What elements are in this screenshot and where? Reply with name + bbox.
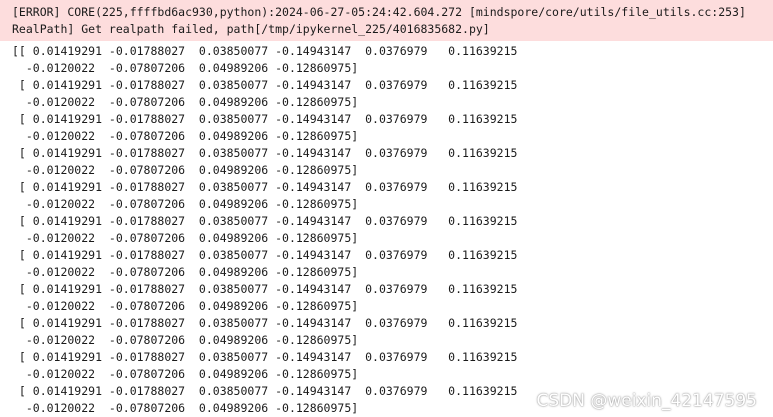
output-row-continuation: -0.0120022 -0.07807206 0.04989206 -0.128… [12, 401, 359, 415]
output-row-line: [ 0.01419291 -0.01788027 0.03850077 -0.1… [12, 316, 518, 330]
output-row-line: [ 0.01419291 -0.01788027 0.03850077 -0.1… [12, 248, 518, 262]
stderr-output: [ERROR] CORE(225,ffffbd6ac930,python):20… [0, 0, 773, 41]
output-row-line: [ 0.01419291 -0.01788027 0.03850077 -0.1… [12, 384, 518, 398]
output-row-line: [ 0.01419291 -0.01788027 0.03850077 -0.1… [12, 214, 518, 228]
output-row-line: [ 0.01419291 -0.01788027 0.03850077 -0.1… [12, 282, 518, 296]
output-row-continuation: -0.0120022 -0.07807206 0.04989206 -0.128… [12, 163, 359, 177]
output-row-continuation: -0.0120022 -0.07807206 0.04989206 -0.128… [12, 197, 359, 211]
watermark: CSDN @weixin_42147595 [536, 391, 757, 411]
output-row-line: [[ 0.01419291 -0.01788027 0.03850077 -0.… [12, 44, 518, 58]
output-row-continuation: -0.0120022 -0.07807206 0.04989206 -0.128… [12, 95, 359, 109]
stderr-line: [ERROR] CORE(225,ffffbd6ac930,python):20… [12, 5, 746, 19]
output-row-continuation: -0.0120022 -0.07807206 0.04989206 -0.128… [12, 129, 359, 143]
output-row-line: [ 0.01419291 -0.01788027 0.03850077 -0.1… [12, 180, 518, 194]
output-row-continuation: -0.0120022 -0.07807206 0.04989206 -0.128… [12, 367, 359, 381]
output-row-continuation: -0.0120022 -0.07807206 0.04989206 -0.128… [12, 231, 359, 245]
output-row-continuation: -0.0120022 -0.07807206 0.04989206 -0.128… [12, 265, 359, 279]
output-row-continuation: -0.0120022 -0.07807206 0.04989206 -0.128… [12, 61, 359, 75]
output-row-continuation: -0.0120022 -0.07807206 0.04989206 -0.128… [12, 299, 359, 313]
output-row-line: [ 0.01419291 -0.01788027 0.03850077 -0.1… [12, 146, 518, 160]
output-row-line: [ 0.01419291 -0.01788027 0.03850077 -0.1… [12, 112, 518, 126]
output-row-line: [ 0.01419291 -0.01788027 0.03850077 -0.1… [12, 78, 518, 92]
output-row-continuation: -0.0120022 -0.07807206 0.04989206 -0.128… [12, 333, 359, 347]
output-row-line: [ 0.01419291 -0.01788027 0.03850077 -0.1… [12, 350, 518, 364]
stderr-line: RealPath] Get realpath failed, path[/tmp… [12, 22, 490, 36]
